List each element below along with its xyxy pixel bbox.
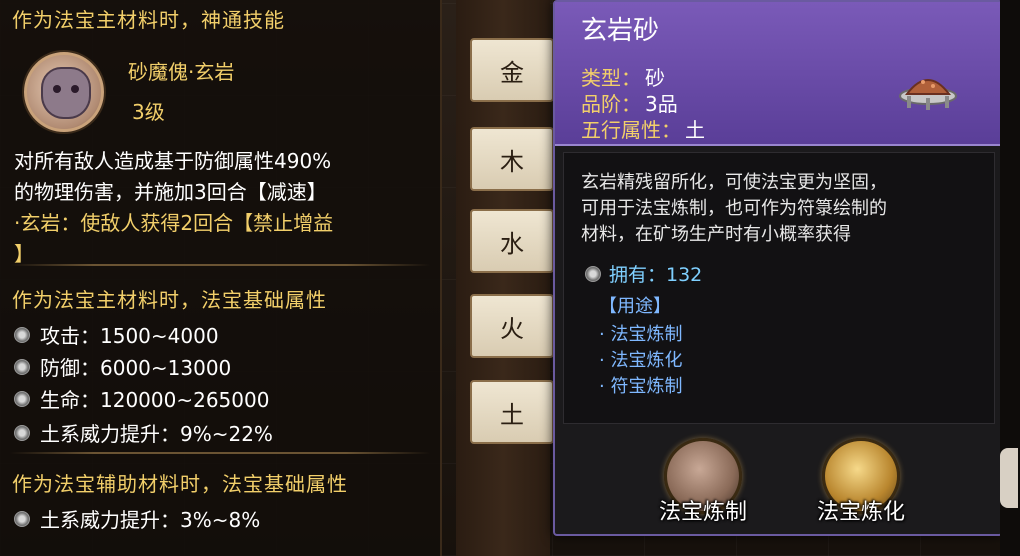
smelt-treasure-button[interactable]: 法宝炼化 xyxy=(809,438,913,526)
side-scroll-handle[interactable] xyxy=(1000,448,1018,508)
tab-element-metal[interactable]: 金 xyxy=(470,38,554,102)
stat-bullet-icon xyxy=(14,390,30,407)
stat-bullet-icon xyxy=(14,326,30,343)
item-grade: 品阶： 3品 xyxy=(581,92,678,116)
usage-title: 【用途】 xyxy=(599,296,671,317)
refine-treasure-button[interactable]: 法宝炼制 xyxy=(651,438,755,526)
section-title-main-skill: 作为法宝主材料时，神通技能 xyxy=(12,8,285,32)
stat-hp: 生命：120000~265000 xyxy=(14,384,269,413)
usage-item: · 符宝炼制 xyxy=(599,376,683,397)
stat-defense: 防御：6000~13000 xyxy=(14,352,231,381)
stat-attack: 攻击：1500~4000 xyxy=(14,320,219,349)
item-element: 五行属性：土 xyxy=(581,118,705,142)
tab-element-water[interactable]: 水 xyxy=(470,209,554,273)
stat-earth-power: 土系威力提升：9%~22% xyxy=(14,418,273,447)
usage-item: · 法宝炼化 xyxy=(599,350,683,371)
section-title-main-stats: 作为法宝主材料时，法宝基础属性 xyxy=(12,288,327,312)
tab-element-earth[interactable]: 土 xyxy=(470,380,554,444)
material-detail-panel: 作为法宝主材料时，神通技能 砂魔傀·玄岩 3级 对所有敌人造成基于防御属性490… xyxy=(0,0,442,556)
section-title-aux-stats: 作为法宝辅助材料时，法宝基础属性 xyxy=(12,472,348,496)
divider xyxy=(10,264,430,266)
skill-avatar-icon xyxy=(24,52,104,132)
skill-name: 砂魔傀·玄岩 xyxy=(128,60,235,84)
skill-desc-line: ·玄岩：使敌人获得2回合【禁止增益 xyxy=(14,211,334,235)
skill-desc-line: 对所有敌人造成基于防御属性490% xyxy=(14,149,332,173)
stat-bullet-icon xyxy=(14,424,30,441)
stat-bullet-icon xyxy=(14,358,30,375)
usage-item: · 法宝炼制 xyxy=(599,324,683,345)
item-type: 类型：砂 xyxy=(581,66,665,90)
tab-element-fire[interactable]: 火 xyxy=(470,294,554,358)
skill-desc-line: 的物理伤害，并施加3回合【减速】 xyxy=(14,180,327,204)
skill-level: 3级 xyxy=(132,100,165,124)
item-tooltip-popup: 玄岩砂 类型：砂 品阶： 3品 五行属性：土 玄岩精残留所化，可使法宝更为坚固， … xyxy=(553,0,1003,536)
item-description: 玄岩精残留所化，可使法宝更为坚固， 可用于法宝炼制，也可作为符箓绘制的 材料，在… xyxy=(581,172,887,245)
item-name: 玄岩砂 xyxy=(581,16,660,46)
divider xyxy=(10,452,430,454)
stat-bullet-icon xyxy=(14,510,30,527)
aux-stat-earth-power: 土系威力提升：3%~8% xyxy=(14,504,260,533)
owned-count: 拥有：132 xyxy=(585,260,702,287)
tab-element-wood[interactable]: 木 xyxy=(470,127,554,191)
skill-description: 对所有敌人造成基于防御属性490% 的物理伤害，并施加3回合【减速】 ·玄岩：使… xyxy=(14,146,424,270)
sand-bowl-icon xyxy=(899,79,957,110)
owned-bullet-icon xyxy=(585,265,601,282)
